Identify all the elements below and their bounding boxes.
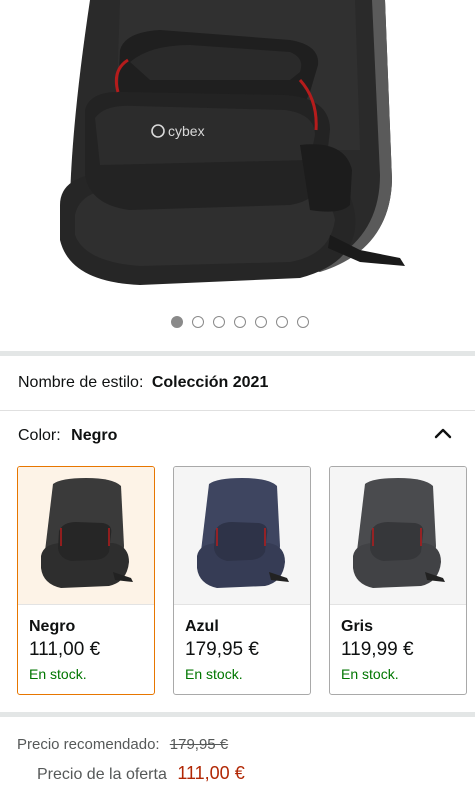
image-carousel-indicator[interactable] — [0, 316, 475, 328]
carousel-dot[interactable] — [254, 316, 267, 328]
swatch-name: Gris — [341, 618, 374, 635]
swatch-stock-status: En stock. — [341, 666, 399, 682]
swatch-image — [174, 467, 310, 605]
recommended-price-label: Precio recomendado: — [17, 736, 160, 753]
offer-price-label: Precio de la oferta — [37, 766, 167, 783]
color-selector-header[interactable]: Color: Negro — [18, 427, 117, 445]
color-value: Negro — [71, 427, 118, 444]
offer-price-value: 111,00 € — [177, 763, 245, 783]
carousel-dot[interactable] — [191, 316, 204, 328]
row-divider — [0, 410, 475, 411]
style-label: Nombre de estilo: — [18, 374, 144, 391]
carousel-dot[interactable] — [296, 316, 309, 328]
swatch-gris[interactable]: Gris 119,99 € En stock. — [329, 466, 467, 695]
swatch-stock-status: En stock. — [185, 666, 243, 682]
carousel-dot[interactable] — [212, 316, 225, 328]
color-label: Color: — [18, 427, 61, 444]
swatch-azul[interactable]: Azul 179,95 € En stock. — [173, 466, 311, 695]
swatch-price: 179,95 € — [185, 639, 259, 660]
section-divider — [0, 712, 475, 717]
swatch-price: 111,00 € — [29, 639, 101, 660]
swatch-negro[interactable]: Negro 111,00 € En stock. — [17, 466, 155, 695]
swatch-price: 119,99 € — [341, 639, 414, 660]
chevron-up-icon[interactable] — [432, 424, 454, 442]
color-swatch-list: Negro 111,00 € En stock. Azul 179,95 € E… — [17, 466, 467, 695]
carousel-dot[interactable] — [275, 316, 288, 328]
product-image[interactable]: cybex — [0, 0, 475, 345]
carousel-dot[interactable] — [233, 316, 246, 328]
style-name-row: Nombre de estilo: Colección 2021 — [18, 374, 268, 392]
swatch-image — [18, 467, 154, 605]
cybex-logo: cybex — [168, 123, 205, 139]
section-divider — [0, 351, 475, 356]
swatch-stock-status: En stock. — [29, 666, 87, 682]
style-value: Colección 2021 — [151, 374, 269, 391]
recommended-price-row: Precio recomendado: 179,95 € — [17, 736, 228, 753]
recommended-price-value: 179,95 € — [169, 736, 229, 753]
swatch-image — [330, 467, 466, 605]
swatch-name: Negro — [29, 618, 76, 635]
offer-price-row: Precio de la oferta 111,00 € — [37, 763, 245, 784]
swatch-name: Azul — [185, 618, 219, 635]
carousel-dot[interactable] — [170, 316, 183, 328]
